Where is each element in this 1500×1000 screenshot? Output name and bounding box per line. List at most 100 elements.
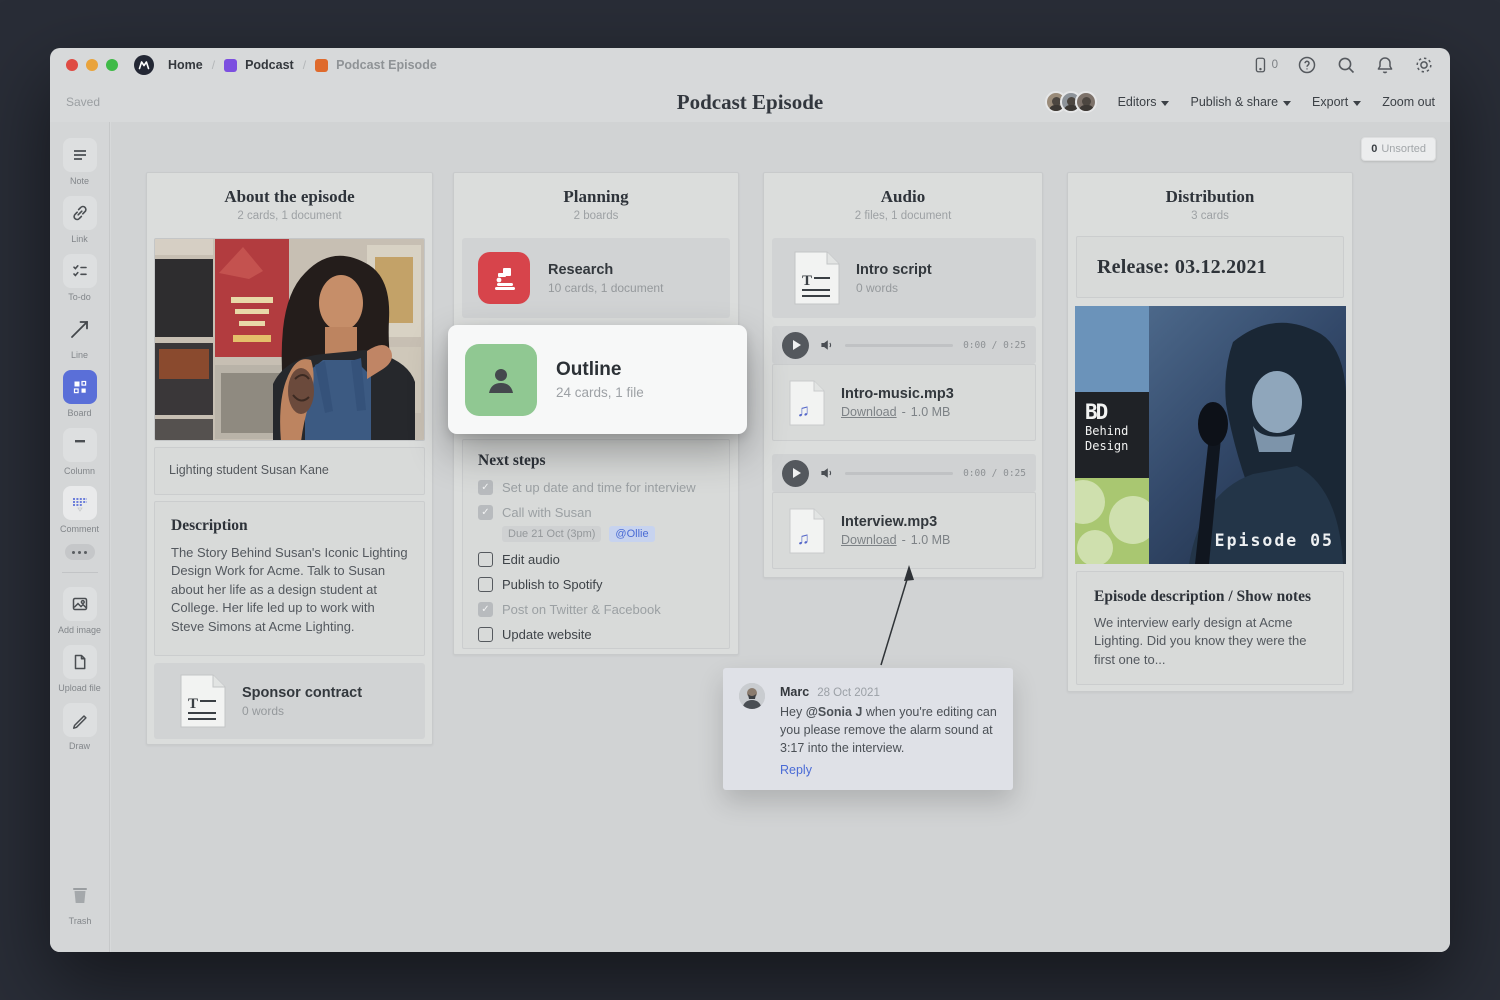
episode-artwork-card[interactable]: BD Behind Design Episode 05 [1075,306,1346,564]
board-title: Audio [880,187,926,206]
link-icon [62,196,97,230]
mention[interactable]: @Sonia J [806,705,863,719]
search-icon[interactable] [1336,55,1356,75]
player-time: 0:00 / 0:25 [963,339,1026,351]
show-notes-card[interactable]: Episode description / Show notes We inte… [1076,571,1344,685]
release-date-card[interactable]: Release: 03.12.2021 [1076,236,1344,298]
outline-board-card[interactable]: Outline 24 cards, 1 file [448,325,747,434]
research-board-card[interactable]: Research 10 cards, 1 document [462,238,730,318]
checkbox-icon[interactable] [478,627,493,642]
todo-item-5[interactable]: Update website [478,627,714,642]
file-intro-music[interactable]: ♫ Intro-music.mp3 Download - 1.0 MB [772,364,1036,441]
tool-line[interactable]: Line [50,312,109,360]
podcast-board-icon [224,58,238,72]
upload-file-icon [62,645,97,679]
volume-icon[interactable] [819,337,835,353]
intro-script-card[interactable]: T Intro script 0 words [772,238,1036,318]
tool-todo[interactable]: To-do [50,254,109,302]
help-icon[interactable] [1297,55,1317,75]
gear-icon[interactable] [1414,55,1434,75]
tool-note[interactable]: Note [50,138,109,186]
breadcrumb-separator: / [211,58,216,72]
comment-card[interactable]: Marc 28 Oct 2021 Hey @Sonia J when you'r… [723,668,1013,790]
intro-script-meta: 0 words [856,280,899,295]
progress-track[interactable] [845,471,954,475]
tool-add-image[interactable]: Add image [50,587,109,635]
zoom-out-button[interactable]: Zoom out [1382,95,1435,109]
unsorted-badge[interactable]: 0 Unsorted [1361,137,1436,161]
minimize-window-button[interactable] [86,59,98,71]
progress-track[interactable] [845,343,954,347]
file-size: 1.0 MB [910,405,951,419]
board-title: Distribution [1165,187,1255,206]
editors-menu[interactable]: Editors [1118,95,1170,109]
research-title: Research [548,261,614,278]
zoom-window-button[interactable] [106,59,118,71]
tool-column[interactable]: Column [50,428,109,476]
photo-caption-card[interactable]: Lighting student Susan Kane [154,447,425,495]
publish-share-menu[interactable]: Publish & share [1190,95,1292,109]
intro-script-title: Intro script [856,261,932,278]
description-card[interactable]: Description The Story Behind Susan's Ico… [154,501,425,656]
audio-player-1[interactable]: 0:00 / 0:25 [772,326,1036,364]
milanote-logo-icon[interactable] [134,55,154,75]
play-icon[interactable] [782,331,809,359]
device-icon[interactable]: 0 [1251,55,1278,75]
description-heading: Description [171,517,248,534]
checkbox-icon[interactable] [478,577,493,592]
assignee-chip[interactable]: @Ollie [609,526,655,542]
checkbox-icon[interactable] [478,552,493,567]
download-link[interactable]: Download [841,533,897,547]
more-tools-button[interactable] [64,544,95,560]
close-window-button[interactable] [66,59,78,71]
export-menu[interactable]: Export [1312,95,1362,109]
file-size: 1.0 MB [910,533,951,547]
episode-label: Episode 05 [1214,531,1334,550]
outline-title: Outline [556,359,622,380]
checkbox-icon[interactable] [478,480,493,495]
todo-item-1[interactable]: Call with Susan [478,505,714,520]
volume-icon[interactable] [819,465,835,481]
music-file-icon: ♫ [789,380,825,426]
board-canvas[interactable]: 0 Unsorted About the episode 2 cards, 1 … [111,122,1450,952]
app-window: Home / Podcast / Podcast Episode 0 Saved… [50,48,1450,952]
next-steps-card[interactable]: Next steps Set up date and time for inte… [462,439,730,649]
tool-comment[interactable]: Comment [50,486,109,534]
tool-draw[interactable]: Draw [50,703,109,751]
editor-avatars[interactable] [1044,91,1097,113]
board-audio[interactable]: Audio 2 files, 1 document T Intro script… [763,172,1043,578]
svg-text:♫: ♫ [797,401,810,420]
tool-board[interactable]: Board [50,370,109,418]
board-distribution[interactable]: Distribution 3 cards Release: 03.12.2021… [1067,172,1353,692]
checkbox-icon[interactable] [478,602,493,617]
todo-item-0[interactable]: Set up date and time for interview [478,480,714,495]
comment-date: 28 Oct 2021 [817,687,880,699]
board-about-the-episode[interactable]: About the episode 2 cards, 1 document Li… [146,172,433,745]
artwork-blue-block [1075,306,1149,392]
music-file-icon: ♫ [789,508,825,554]
checkbox-icon[interactable] [478,505,493,520]
tool-link[interactable]: Link [50,196,109,244]
document-icon: T [794,251,840,305]
release-date: Release: 03.12.2021 [1097,255,1267,278]
breadcrumb-current: Podcast Episode [336,58,437,72]
todo-item-4[interactable]: Post on Twitter & Facebook [478,602,714,617]
trash-button[interactable]: Trash [50,878,110,926]
artwork-photo: Episode 05 [1149,306,1346,564]
todo-item-2[interactable]: Edit audio [478,552,714,567]
reply-link[interactable]: Reply [780,763,812,777]
sponsor-contract-card[interactable]: T Sponsor contract 0 words [154,663,425,739]
todo-item-3[interactable]: Publish to Spotify [478,577,714,592]
audio-player-2[interactable]: 0:00 / 0:25 [772,454,1036,492]
susan-photo-card[interactable] [154,238,425,441]
download-link[interactable]: Download [841,405,897,419]
brand-logo: BD [1085,400,1108,424]
bell-icon[interactable] [1375,55,1395,75]
breadcrumb-home[interactable]: Home [168,58,203,72]
add-image-icon [62,587,97,621]
tool-upload-file[interactable]: Upload file [50,645,109,693]
play-icon[interactable] [782,459,809,487]
board-subtitle: 3 cards [1191,210,1229,222]
artwork-pattern-block [1075,478,1149,564]
breadcrumb-podcast[interactable]: Podcast [245,58,294,72]
